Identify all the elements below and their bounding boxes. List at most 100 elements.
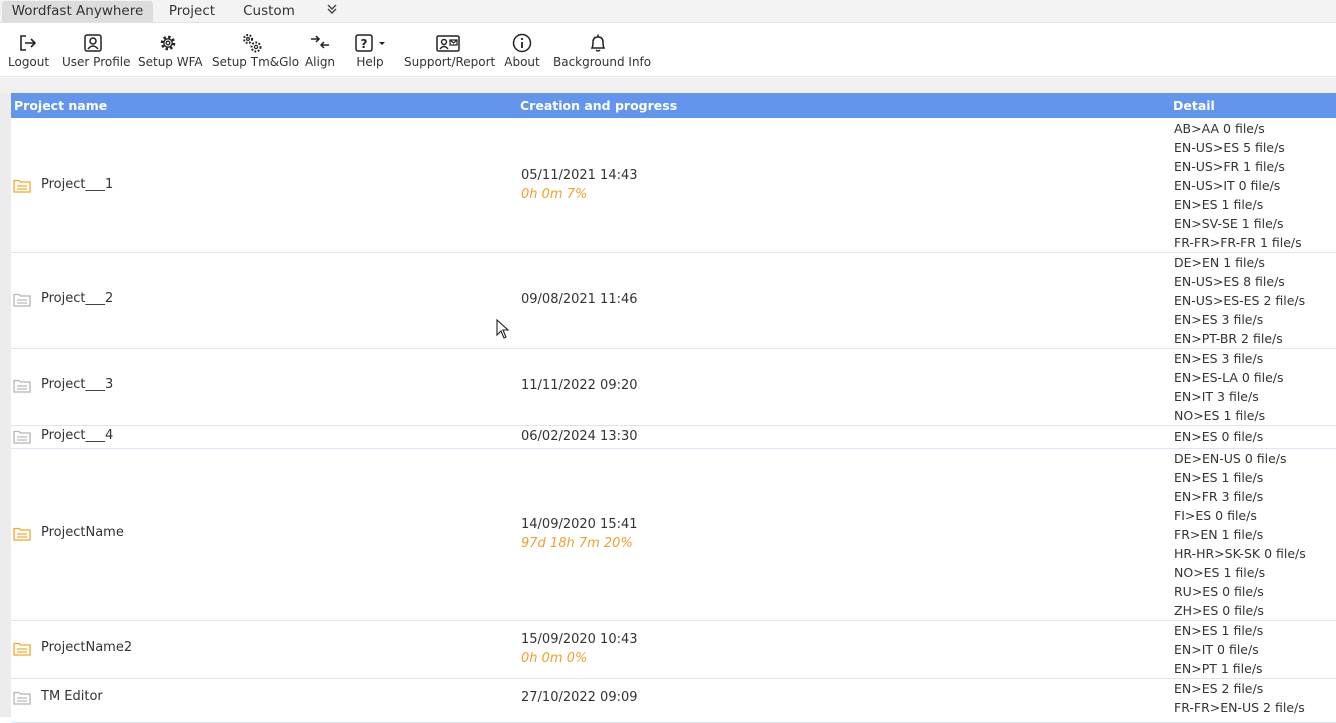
- gear-icon: [160, 35, 176, 51]
- logout-button[interactable]: Logout: [8, 33, 50, 73]
- setup-wfa-label: Setup WFA: [138, 55, 203, 69]
- toolbar: Logout User Profile Setup WFA Setup Tm&G…: [0, 24, 1336, 77]
- creation-date: 09/08/2021 11:46: [521, 292, 638, 307]
- gears-icon: [243, 34, 262, 53]
- project-name[interactable]: ProjectName: [41, 525, 124, 540]
- table-row[interactable]: Project___2 09/08/2021 11:46 DE>EN 1 file/…: [11, 253, 1336, 349]
- svg-text:?: ?: [361, 37, 368, 51]
- align-button[interactable]: Align: [304, 33, 336, 73]
- table-row[interactable]: ProjectName2 15/09/2020 10:43 0h 0m 0% EN>E…: [11, 621, 1336, 679]
- user-profile-icon: [84, 34, 102, 52]
- detail-item: FI>ES 0 file/s: [1174, 508, 1257, 523]
- detail-item: EN-US>IT 0 file/s: [1174, 178, 1281, 193]
- progress-text: 0h 0m 0%: [521, 651, 588, 666]
- creation-date: 27/10/2022 09:09: [521, 690, 638, 705]
- setup-tm-glo-label: Setup Tm&Glo: [212, 55, 300, 69]
- background-info-button[interactable]: Background Info: [553, 33, 651, 73]
- align-label: Align: [304, 55, 336, 69]
- header-detail[interactable]: Detail: [1173, 98, 1215, 113]
- project-name[interactable]: Project___1: [41, 177, 113, 192]
- detail-item: EN>SV-SE 1 file/s: [1174, 216, 1284, 231]
- double-chevron-down-icon[interactable]: [322, 1, 342, 22]
- detail-item: RU>ES 0 file/s: [1174, 584, 1264, 599]
- detail-item: AB>AA 0 file/s: [1174, 121, 1265, 136]
- detail-list: EN>ES 3 file/s EN>ES-LA 0 file/s EN>IT 3 f…: [1174, 349, 1284, 425]
- table-row[interactable]: Project___1 05/11/2021 14:43 0h 0m 7% AB>AA…: [11, 119, 1336, 253]
- progress-text: 0h 0m 7%: [521, 187, 588, 202]
- detail-item: EN-US>FR 1 file/s: [1174, 159, 1285, 174]
- detail-item: EN>FR 3 file/s: [1174, 489, 1264, 504]
- detail-item: EN-US>ES 5 file/s: [1174, 140, 1285, 155]
- detail-item: EN>ES 1 file/s: [1174, 470, 1264, 485]
- header-creation-progress[interactable]: Creation and progress: [520, 98, 677, 113]
- project-name[interactable]: Project___3: [41, 377, 113, 392]
- detail-item: EN>ES 1 file/s: [1174, 623, 1264, 638]
- detail-item: EN>ES 2 file/s: [1174, 681, 1264, 696]
- creation-date: 11/11/2022 09:20: [521, 378, 638, 393]
- detail-list: AB>AA 0 file/s EN-US>ES 5 file/s EN-US>FR …: [1174, 119, 1302, 252]
- top-tab-bar: Wordfast Anywhere Project Custom: [0, 0, 1336, 23]
- detail-item: EN>ES 0 file/s: [1174, 429, 1264, 444]
- setup-wfa-button[interactable]: Setup WFA: [138, 33, 203, 73]
- detail-list: DE>EN 1 file/s EN-US>ES 8 file/s EN-US>ES-…: [1174, 253, 1305, 348]
- creation-date: 06/02/2024 13:30: [521, 429, 638, 444]
- bell-icon: [590, 34, 606, 52]
- folder-icon: [13, 430, 31, 444]
- user-profile-button[interactable]: User Profile: [62, 33, 131, 73]
- toolbar-spacer: [0, 78, 1336, 93]
- tab-custom[interactable]: Custom: [234, 1, 304, 22]
- setup-tm-glo-button[interactable]: Setup Tm&Glo: [212, 33, 300, 73]
- folder-icon: [13, 691, 31, 705]
- creation-date: 15/09/2020 10:43: [521, 632, 638, 647]
- tab-wordfast-anywhere[interactable]: Wordfast Anywhere: [2, 1, 153, 22]
- folder-open-icon: [13, 642, 31, 656]
- detail-item: FR>EN 1 file/s: [1174, 527, 1264, 542]
- progress-text: 97d 18h 7m 20%: [521, 536, 633, 551]
- detail-item: NO>ES 1 file/s: [1174, 565, 1266, 580]
- detail-item: EN>PT-BR 2 file/s: [1174, 331, 1283, 346]
- logout-label: Logout: [8, 55, 50, 69]
- creation-date: 14/09/2020 15:41: [521, 517, 638, 532]
- folder-icon: [13, 293, 31, 307]
- support-report-button[interactable]: Support/Report: [404, 33, 496, 73]
- about-button[interactable]: About: [503, 33, 541, 73]
- project-table-header: Project name Creation and progress Detai…: [11, 93, 1336, 118]
- folder-open-icon: [13, 179, 31, 193]
- help-icon: ?: [355, 34, 385, 52]
- user-profile-label: User Profile: [62, 55, 131, 69]
- table-row[interactable]: TM Editor 27/10/2022 09:09 EN>ES 2 file/s F…: [11, 679, 1336, 723]
- detail-list: DE>EN-US 0 file/s EN>ES 1 file/s EN>FR 3 f…: [1174, 449, 1306, 620]
- detail-item: EN>IT 0 file/s: [1174, 642, 1259, 657]
- table-row[interactable]: Project___3 11/11/2022 09:20 EN>ES 3 file/…: [11, 349, 1336, 426]
- tab-project[interactable]: Project: [160, 1, 224, 22]
- project-name[interactable]: Project___2: [41, 291, 113, 306]
- align-icon: [311, 35, 329, 49]
- table-row[interactable]: Project___4 06/02/2024 13:30 EN>ES 0 file/…: [11, 426, 1336, 449]
- detail-item: EN>ES 3 file/s: [1174, 351, 1264, 366]
- project-name[interactable]: ProjectName2: [41, 640, 132, 655]
- help-button[interactable]: ? Help: [350, 33, 390, 73]
- support-report-icon: [436, 35, 460, 52]
- project-name[interactable]: Project___4: [41, 428, 113, 443]
- detail-list: EN>ES 1 file/s EN>IT 0 file/s EN>PT 1 file…: [1174, 621, 1263, 678]
- detail-item: EN>ES-LA 0 file/s: [1174, 370, 1284, 385]
- logout-icon: [20, 35, 37, 51]
- detail-item: EN-US>ES-ES 2 file/s: [1174, 293, 1306, 308]
- creation-date: 05/11/2021 14:43: [521, 168, 638, 183]
- support-report-label: Support/Report: [404, 55, 496, 69]
- header-project-name[interactable]: Project name: [14, 98, 107, 113]
- table-row[interactable]: ProjectName 14/09/2020 15:41 97d 18h 7m 20…: [11, 449, 1336, 621]
- info-icon: [512, 33, 532, 53]
- detail-item: EN>ES 3 file/s: [1174, 312, 1264, 327]
- detail-item: EN>ES 1 file/s: [1174, 197, 1264, 212]
- help-label: Help: [356, 55, 384, 69]
- left-gutter: [0, 93, 11, 717]
- detail-list: EN>ES 2 file/s FR-FR>EN-US 2 file/s: [1174, 679, 1305, 717]
- detail-item: EN>IT 3 file/s: [1174, 389, 1259, 404]
- detail-item: NO>ES 1 file/s: [1174, 408, 1266, 423]
- detail-item: EN-US>ES 8 file/s: [1174, 274, 1285, 289]
- project-name[interactable]: TM Editor: [41, 689, 103, 704]
- detail-item: FR-FR>EN-US 2 file/s: [1174, 700, 1305, 715]
- detail-item: EN>PT 1 file/s: [1174, 661, 1263, 676]
- detail-item: HR-HR>SK-SK 0 file/s: [1174, 546, 1306, 561]
